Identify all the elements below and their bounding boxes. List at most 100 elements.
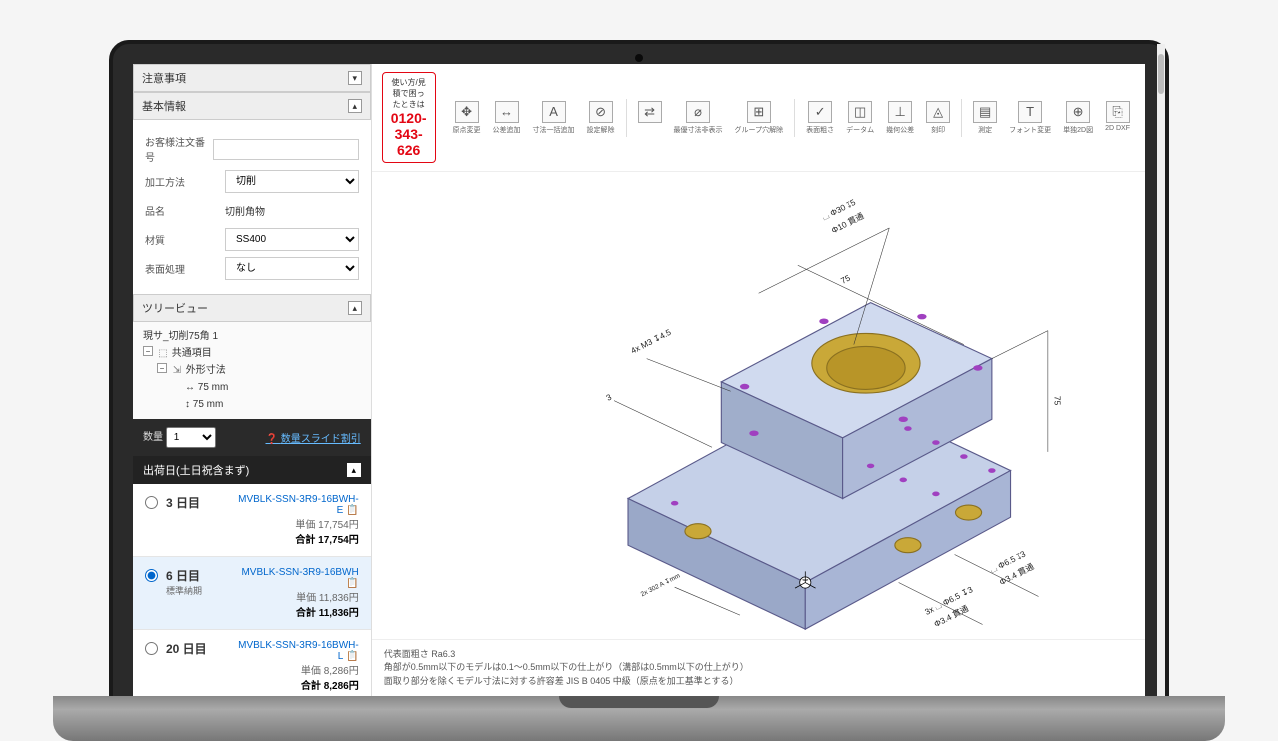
cube-icon: ⬚ <box>157 345 169 362</box>
qty-discount-link[interactable]: ❓ 数量スライド割引 <box>266 430 361 445</box>
shipping-radio[interactable] <box>145 569 158 582</box>
tool-label: データム <box>846 125 874 135</box>
panel-tree-header[interactable]: ツリービュー ▴ <box>133 294 371 322</box>
shipping-sku: MVBLK-SSN-3R9-16BWH-E <box>238 494 359 516</box>
surface-select[interactable]: なし <box>225 257 359 280</box>
tool-icon: ✓ <box>808 101 832 123</box>
toolbar-フォント変更[interactable]: T フォント変更 <box>1004 99 1056 137</box>
qty-select[interactable]: 1 <box>166 427 216 448</box>
shipping-option[interactable]: 20 日目 MVBLK-SSN-3R9-16BWH-L📋 単価 8,286円 合… <box>133 630 371 696</box>
shipping-option[interactable]: 3 日目 MVBLK-SSN-3R9-16BWH-E📋 単価 17,754円 合… <box>133 484 371 557</box>
sidebar: 注意事項 ▾ 基本情報 ▴ お客様注文番号 加工方法 切削 品名 切削角物 <box>133 64 372 696</box>
product-value: 切削角物 <box>225 199 359 222</box>
panel-notice-title: 注意事項 <box>142 70 186 86</box>
collapse-icon[interactable]: ▾ <box>348 71 362 85</box>
shipping-title: 出荷日(土日祝含まず) <box>143 462 249 478</box>
shipping-sku: MVBLK-SSN-3R9-16BWH <box>241 567 358 578</box>
tool-icon: A <box>542 101 566 123</box>
shipping-unit: 単価 8,286円 <box>236 662 359 677</box>
tool-label: 2D DXF <box>1105 125 1130 132</box>
toolbar-tool[interactable]: ⇄ <box>633 99 667 127</box>
toggle-icon[interactable]: ▴ <box>347 463 361 477</box>
tree-dim[interactable]: ↔ 75 mm <box>171 379 361 396</box>
tree-dim[interactable]: ↕ 75 mm <box>171 396 361 413</box>
footer-line: 面取り部分を除くモデル寸法に対する許容差 JIS B 0405 中級（原点を加工… <box>384 675 1133 689</box>
phone-box: 使い方/見積で困ったときは 0120-343-626 <box>382 72 436 163</box>
material-select[interactable]: SS400 <box>225 228 359 251</box>
copy-icon[interactable]: 📋 <box>346 505 358 516</box>
order-no-label: お客様注文番号 <box>145 134 213 164</box>
tool-label: 設定解除 <box>587 125 615 135</box>
shipping-unit: 単価 11,836円 <box>236 589 359 604</box>
shipping-header: 出荷日(土日祝含まず) ▴ <box>133 456 371 484</box>
toolbar-2D DXF[interactable]: ⎘2D DXF <box>1100 99 1135 134</box>
shipping-days: 3 日目 <box>166 494 236 511</box>
panel-tree-title: ツリービュー <box>142 300 208 316</box>
pricing-panel: 数量 1 ❓ 数量スライド割引 出荷日(土日祝含まず) ▴ 3 日目 MVBLK… <box>133 419 371 696</box>
toolbar-データム[interactable]: ◫ データム <box>841 99 879 137</box>
panel-basic-header[interactable]: 基本情報 ▴ <box>133 92 371 120</box>
toolbar-設定解除[interactable]: ⊘ 設定解除 <box>582 99 620 137</box>
toolbar-表面粗さ[interactable]: ✓ 表面粗さ <box>801 99 839 137</box>
collapse-icon[interactable]: ▴ <box>348 99 362 113</box>
toolbar: 使い方/見積で困ったときは 0120-343-626 ✥ 原点変更 ↔ 公差追加 A寸法… <box>372 64 1145 172</box>
method-select[interactable]: 切削 <box>225 170 359 193</box>
phone-caption: 使い方/見積で困ったときは <box>391 77 427 110</box>
annot: 4x M3 ↧4.5 <box>629 327 673 356</box>
tool-icon: ⊥ <box>888 101 912 123</box>
tool-icon: T <box>1018 101 1042 123</box>
toolbar-幾何公差[interactable]: ⊥ 幾何公差 <box>881 99 919 137</box>
tree-expander[interactable]: − <box>143 346 153 356</box>
toolbar-最優寸法非表示[interactable]: ⌀最優寸法非表示 <box>669 99 728 137</box>
tool-label: 単独2D図 <box>1063 125 1093 135</box>
qty-label: 数量 <box>143 432 163 443</box>
tool-icon: ⌀ <box>686 101 710 123</box>
tool-label: グループ穴解除 <box>735 125 784 135</box>
copy-icon[interactable]: 📋 <box>346 578 358 589</box>
panel-notice-header[interactable]: 注意事項 ▾ <box>133 64 371 92</box>
annot: 3 <box>604 392 613 403</box>
tool-icon: ⊞ <box>747 101 771 123</box>
tool-icon: ⊕ <box>1066 101 1090 123</box>
tool-label: 刻印 <box>931 125 945 135</box>
footer-notes: 代表面粗さ Ra6.3 角部が0.5mm以下のモデルは0.1～0.5mm以下の仕… <box>372 639 1145 697</box>
shipping-total: 合計 11,836円 <box>236 604 359 619</box>
tool-icon: ⊘ <box>589 101 613 123</box>
tool-label: 幾何公差 <box>886 125 914 135</box>
copy-icon[interactable]: 📋 <box>346 651 358 662</box>
shipping-option[interactable]: 6 日目 標準納期 MVBLK-SSN-3R9-16BWH📋 単価 11,836… <box>133 557 371 630</box>
product-label: 品名 <box>145 203 225 218</box>
tool-icon: ✥ <box>455 101 479 123</box>
tool-label: 公差追加 <box>493 125 521 135</box>
toolbar-寸法一括追加[interactable]: A寸法一括追加 <box>528 99 580 137</box>
toolbar-公差追加[interactable]: ↔ 公差追加 <box>488 99 526 137</box>
toolbar-グループ穴解除[interactable]: ⊞ グループ穴解除 <box>730 99 789 137</box>
tool-icon: ▤ <box>973 101 997 123</box>
tree-root[interactable]: 現サ_切削75角 1 <box>143 328 361 345</box>
toolbar-測定[interactable]: ▤測定 <box>968 99 1002 137</box>
tree-expander[interactable]: − <box>157 363 167 373</box>
main-area: 使い方/見積で困ったときは 0120-343-626 ✥ 原点変更 ↔ 公差追加 A寸法… <box>372 64 1145 696</box>
tool-label: 原点変更 <box>453 125 481 135</box>
tool-icon: ◫ <box>848 101 872 123</box>
shipping-radio[interactable] <box>145 642 158 655</box>
shipping-unit: 単価 17,754円 <box>236 516 359 531</box>
tree-common[interactable]: 共通項目 <box>172 348 212 359</box>
toolbar-刻印[interactable]: ◬ 刻印 <box>921 99 955 137</box>
tree-view: 現サ_切削75角 1 − ⬚ 共通項目 − ⇲ 外形寸法 ↔ 75 mm ↕ 7… <box>133 322 371 419</box>
tool-icon: ◬ <box>926 101 950 123</box>
tree-outer[interactable]: 外形寸法 <box>186 365 226 376</box>
cad-viewport[interactable]: ⌴ Φ30 ↧5 Φ10 貫通 75 75 4x M3 ↧4.5 3 3x ⌴ … <box>372 172 1145 639</box>
shipping-total: 合計 8,286円 <box>236 677 359 692</box>
tool-label: フォント変更 <box>1009 125 1051 135</box>
panel-basic-body: お客様注文番号 加工方法 切削 品名 切削角物 材質 SS400 表面処理 <box>133 120 371 294</box>
tool-icon: ↔ <box>495 101 519 123</box>
order-no-input[interactable] <box>213 139 359 160</box>
toolbar-単独2D図[interactable]: ⊕ 単独2D図 <box>1058 99 1098 137</box>
toolbar-原点変更[interactable]: ✥ 原点変更 <box>448 99 486 137</box>
shipping-radio[interactable] <box>145 496 158 509</box>
collapse-icon[interactable]: ▴ <box>348 301 362 315</box>
shipping-days: 6 日目 <box>166 567 236 584</box>
annot: 75 <box>1052 396 1062 406</box>
tool-label: 表面粗さ <box>806 125 834 135</box>
